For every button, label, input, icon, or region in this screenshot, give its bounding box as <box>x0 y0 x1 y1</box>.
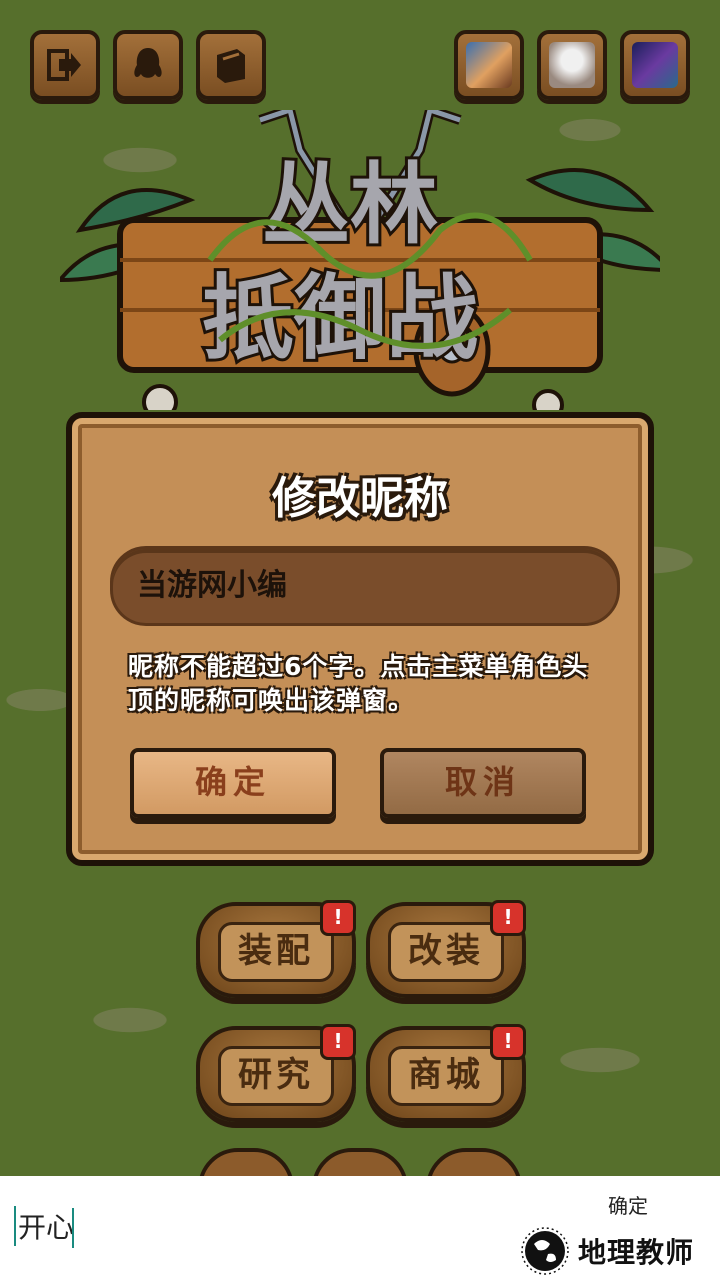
research-button[interactable]: 研究 ! <box>196 1024 356 1122</box>
nickname-input[interactable]: 当游网小编 <box>110 546 620 626</box>
cancel-button[interactable]: 取消 <box>380 748 586 818</box>
alert-badge: ! <box>320 1024 356 1060</box>
research-label: 研究 <box>218 1046 334 1106</box>
globe-logo-icon <box>521 1227 569 1275</box>
dialog-title: 修改昵称 <box>272 473 448 524</box>
nickname-hint: 昵称不能超过6个字。点击主菜单角色头顶的昵称可唤出该弹窗。 <box>128 652 589 715</box>
promo-game-1[interactable] <box>454 30 524 100</box>
watermark: 地理教师 <box>520 1226 694 1276</box>
game-logo: 丛林 抵御战 <box>60 110 660 410</box>
watermark-text: 地理教师 <box>578 1236 695 1269</box>
qq-penguin-icon <box>134 48 162 78</box>
book-icon <box>217 49 245 83</box>
ime-text-field[interactable]: 开心 <box>14 1206 74 1246</box>
notice-button[interactable] <box>196 30 266 100</box>
ime-confirm-button[interactable]: 确定 <box>608 1190 648 1219</box>
text-cursor <box>72 1208 74 1248</box>
shop-button[interactable]: 商城 ! <box>366 1024 526 1122</box>
equip-button[interactable]: 装配 ! <box>196 900 356 998</box>
alert-badge: ! <box>320 900 356 936</box>
confirm-button[interactable]: 确定 <box>130 748 336 818</box>
promo-game-2[interactable] <box>537 30 607 100</box>
ime-input-bar: 开心 确定 地理教师 <box>0 1176 720 1280</box>
promo-game-3[interactable] <box>620 30 690 100</box>
modify-label: 改装 <box>388 922 504 982</box>
rename-dialog: 修改昵称 当游网小编 昵称不能超过6个字。点击主菜单角色头顶的昵称可唤出该弹窗。… <box>66 412 654 866</box>
alert-badge: ! <box>490 1024 526 1060</box>
game-thumb-3-icon <box>632 42 678 88</box>
game-thumb-1-icon <box>466 42 512 88</box>
game-thumb-2-icon <box>549 42 595 88</box>
exit-button[interactable] <box>30 30 100 100</box>
equip-label: 装配 <box>218 922 334 982</box>
qq-button[interactable] <box>113 30 183 100</box>
exit-icon <box>47 49 81 81</box>
alert-badge: ! <box>490 900 526 936</box>
logo-line1: 丛林 <box>262 153 438 256</box>
shop-label: 商城 <box>388 1046 504 1106</box>
modify-button[interactable]: 改装 ! <box>366 900 526 998</box>
